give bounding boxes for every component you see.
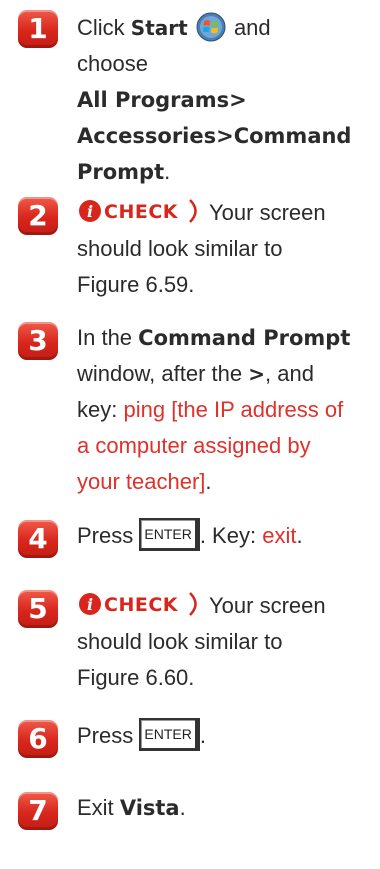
and-comma: , and — [265, 361, 314, 386]
step-4-text: Press ENTER. Key: exit. — [77, 517, 368, 554]
ping-command-2: a computer assigned by — [77, 433, 311, 458]
step-5-text: i CHECK Your screen should look similar … — [77, 588, 368, 696]
choose-word: choose — [77, 51, 148, 76]
ping-command-1: ping [the IP address of — [123, 397, 344, 422]
step-2-badge: 2 — [18, 197, 58, 235]
press-word: Press — [77, 523, 134, 548]
gt-symbol: > — [248, 362, 265, 386]
menu-path-2: Accessories>Command — [77, 124, 352, 148]
svg-text:i: i — [87, 595, 93, 614]
click-word: Click — [77, 15, 125, 40]
step-5-line-1: Your screen — [209, 593, 326, 618]
in-the: In the — [77, 325, 133, 350]
period: . — [164, 159, 171, 184]
start-label: Start — [130, 16, 188, 40]
exit-command: exit — [262, 523, 297, 548]
ping-command-3: your teacher] — [77, 469, 206, 494]
windows-start-orb-icon — [196, 12, 226, 42]
vista-label: Vista — [119, 796, 180, 820]
menu-path-1: All Programs> — [77, 88, 247, 112]
check-callout-icon: i CHECK — [79, 592, 197, 616]
check-callout-icon: i CHECK — [79, 198, 203, 225]
step-5-badge: 5 — [18, 590, 58, 628]
and-word: and — [233, 15, 271, 40]
step-6-badge: 6 — [18, 720, 58, 758]
step-3-text: In the Command Prompt window, after the … — [77, 320, 368, 500]
step-1-text: Click Start and choose All Programs> Acc… — [77, 10, 368, 190]
step-6-text: Press ENTER. — [77, 717, 368, 754]
check-label: CHECK — [104, 594, 179, 616]
step-1-badge: 1 — [18, 10, 58, 48]
check-label: CHECK — [104, 201, 179, 223]
enter-key-icon: ENTER — [139, 717, 200, 751]
step-5-line-3: Figure 6.60. — [77, 665, 195, 690]
period: . — [179, 795, 186, 820]
window-after: window, after the — [77, 361, 243, 386]
period: . — [296, 523, 303, 548]
press-word: Press — [77, 723, 134, 748]
enter-key-icon: ENTER — [139, 517, 200, 551]
key-colon: key: — [77, 397, 118, 422]
command-prompt-label: Command Prompt — [138, 326, 351, 350]
period: . — [205, 469, 212, 494]
svg-text:i: i — [87, 202, 93, 221]
step-2-line-2: should look similar to — [77, 236, 283, 261]
period: . — [199, 723, 206, 748]
step-7-badge: 7 — [18, 792, 58, 830]
step-2-line-3: Figure 6.59. — [77, 272, 195, 297]
key-text: . Key: — [199, 523, 257, 548]
exit-word: Exit — [77, 795, 114, 820]
step-3-badge: 3 — [18, 322, 58, 360]
menu-path-3: Prompt — [77, 160, 165, 184]
step-4-badge: 4 — [18, 520, 58, 558]
step-7-text: Exit Vista. — [77, 790, 368, 826]
step-5-line-2: should look similar to — [77, 629, 283, 654]
step-2-line-1: Your screen — [209, 200, 326, 225]
step-2-text: i CHECK Your screen should look similar … — [77, 195, 368, 303]
